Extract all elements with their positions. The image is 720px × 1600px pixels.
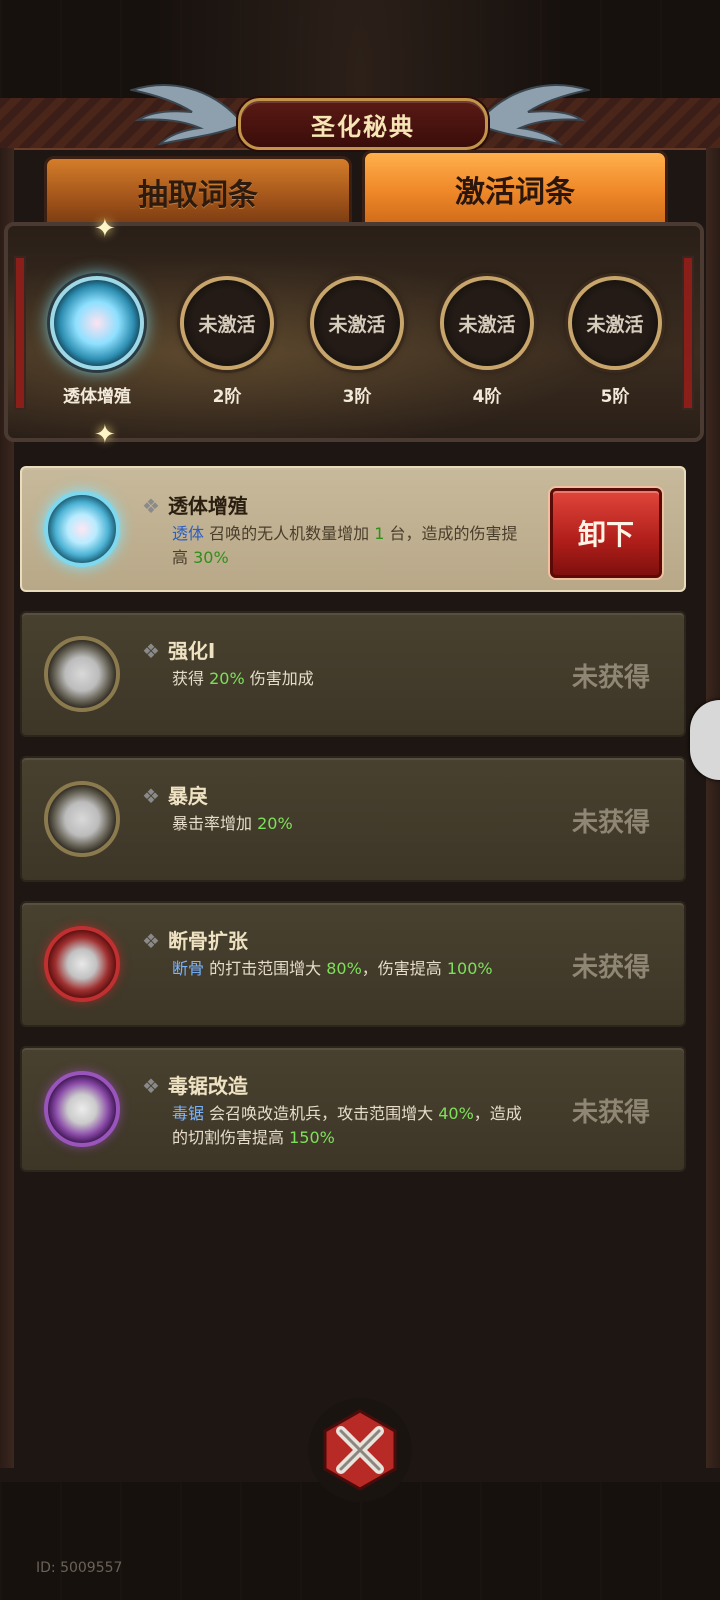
status-not-obtained: 未获得 [571, 663, 650, 693]
tier-slot-3[interactable]: 未激活 3阶 [302, 276, 412, 407]
tab-draw-affix[interactable]: 抽取词条 [44, 156, 352, 228]
tier-label-5: 5阶 [600, 387, 630, 407]
diamond-bullet-icon: ❖ [142, 1074, 160, 1098]
tab-activate-affix[interactable]: 激活词条 [362, 150, 668, 228]
skill-card-5[interactable]: ❖ 毒锯改造 毒锯 会召唤改造机兵，攻击范围增大 40%，造成的切割伤害提高 15… [20, 1046, 686, 1172]
skill-description: 毒锯 会召唤改造机兵，攻击范围增大 40%，造成的切割伤害提高 150% [172, 1102, 532, 1150]
skill-description: 断骨 的打击范围增大 80%，伤害提高 100% [172, 957, 532, 981]
wing-left-icon [130, 84, 239, 146]
tier-ring-2: 未激活 [180, 276, 274, 370]
page-title: 圣化秘典 [238, 98, 488, 150]
desc-fragment: 召唤的无人机数量增加 [204, 524, 375, 543]
unequip-button[interactable]: 卸下 [550, 488, 662, 578]
tier-ring-1 [50, 276, 144, 370]
panel-edge-right [706, 148, 720, 1468]
skill-orb-icon [44, 636, 120, 712]
skill-name: ❖ 毒锯改造 [142, 1074, 248, 1098]
tier-label-3: 3阶 [342, 387, 372, 407]
skill-card-3[interactable]: ❖ 暴戾 暴击率增加 20% 未获得 [20, 756, 686, 882]
tier-slot-1[interactable]: 透体增殖 [42, 276, 152, 407]
diamond-bullet-icon: ❖ [142, 639, 160, 663]
tier-progress-bar: ✦ ✦ 透体增殖 未激活 2阶 未激活 3阶 未激活 4阶 未激活 5阶 [4, 216, 704, 448]
status-not-obtained: 未获得 [571, 808, 650, 838]
desc-fragment: 150% [289, 1128, 335, 1147]
desc-fragment: 断骨 [172, 959, 205, 978]
desc-fragment: 100% [446, 959, 493, 978]
skill-orb-icon [44, 781, 120, 857]
desc-fragment: 20% [209, 669, 245, 688]
tier-slot-4[interactable]: 未激活 4阶 [432, 276, 542, 407]
skill-description: 透体 召唤的无人机数量增加 1 台，造成的伤害提高 30% [172, 522, 532, 570]
desc-fragment: 的打击范围增大 [204, 959, 327, 978]
skill-card-1[interactable]: ❖ 透体增殖 透体 召唤的无人机数量增加 1 台，造成的伤害提高 30% 卸下 [20, 466, 686, 592]
close-button[interactable] [308, 1398, 412, 1502]
status-not-obtained: 未获得 [571, 1098, 650, 1128]
skill-card-4[interactable]: ❖ 断骨扩张 断骨 的打击范围增大 80%，伤害提高 100% 未获得 [20, 901, 686, 1027]
close-x-icon [323, 1409, 397, 1491]
desc-fragment: 透体 [172, 524, 205, 543]
title-banner: 圣化秘典 [130, 70, 590, 160]
skill-orb-icon [44, 926, 120, 1002]
tier-ring-3: 未激活 [310, 276, 404, 370]
skill-name: ❖ 暴戾 [142, 784, 208, 808]
tier-ring-4: 未激活 [440, 276, 534, 370]
desc-fragment: 30% [193, 548, 229, 567]
desc-fragment: 获得 [172, 669, 210, 688]
diamond-bullet-icon: ❖ [142, 929, 160, 953]
skill-orb-icon [44, 1071, 120, 1147]
desc-fragment: 20% [257, 814, 293, 833]
skill-name: ❖ 断骨扩张 [142, 929, 248, 953]
skill-orb-icon [44, 491, 120, 567]
tier-slot-5[interactable]: 未激活 5阶 [560, 276, 670, 407]
tier-label-1: 透体增殖 [63, 387, 131, 407]
sparkle-bottom-icon: ✦ [94, 420, 116, 450]
tier-slot-2[interactable]: 未激活 2阶 [172, 276, 282, 407]
desc-fragment: 伤害加成 [244, 669, 314, 688]
desc-fragment: 毒锯 [172, 1104, 205, 1123]
sparkle-top-icon: ✦ [94, 214, 116, 244]
desc-fragment: ，伤害提高 [361, 959, 447, 978]
desc-fragment: 1 [374, 524, 385, 543]
skill-description: 暴击率增加 20% [172, 812, 532, 836]
desc-fragment: 暴击率增加 [172, 814, 258, 833]
diamond-bullet-icon: ❖ [142, 494, 160, 518]
skill-name: ❖ 强化I [142, 639, 216, 663]
skill-description: 获得 20% 伤害加成 [172, 667, 532, 691]
desc-fragment: 40% [438, 1104, 474, 1123]
tier-label-2: 2阶 [212, 387, 242, 407]
skill-name: ❖ 透体增殖 [142, 494, 248, 518]
tier-ring-5: 未激活 [568, 276, 662, 370]
skill-card-2[interactable]: ❖ 强化I 获得 20% 伤害加成 未获得 [20, 611, 686, 737]
tier-label-4: 4阶 [472, 387, 502, 407]
diamond-bullet-icon: ❖ [142, 784, 160, 808]
status-not-obtained: 未获得 [571, 953, 650, 983]
player-id: ID: 5009557 [36, 1560, 123, 1576]
wing-right-icon [481, 84, 590, 146]
desc-fragment: 会召唤改造机兵，攻击范围增大 [204, 1104, 439, 1123]
desc-fragment: 80% [326, 959, 362, 978]
